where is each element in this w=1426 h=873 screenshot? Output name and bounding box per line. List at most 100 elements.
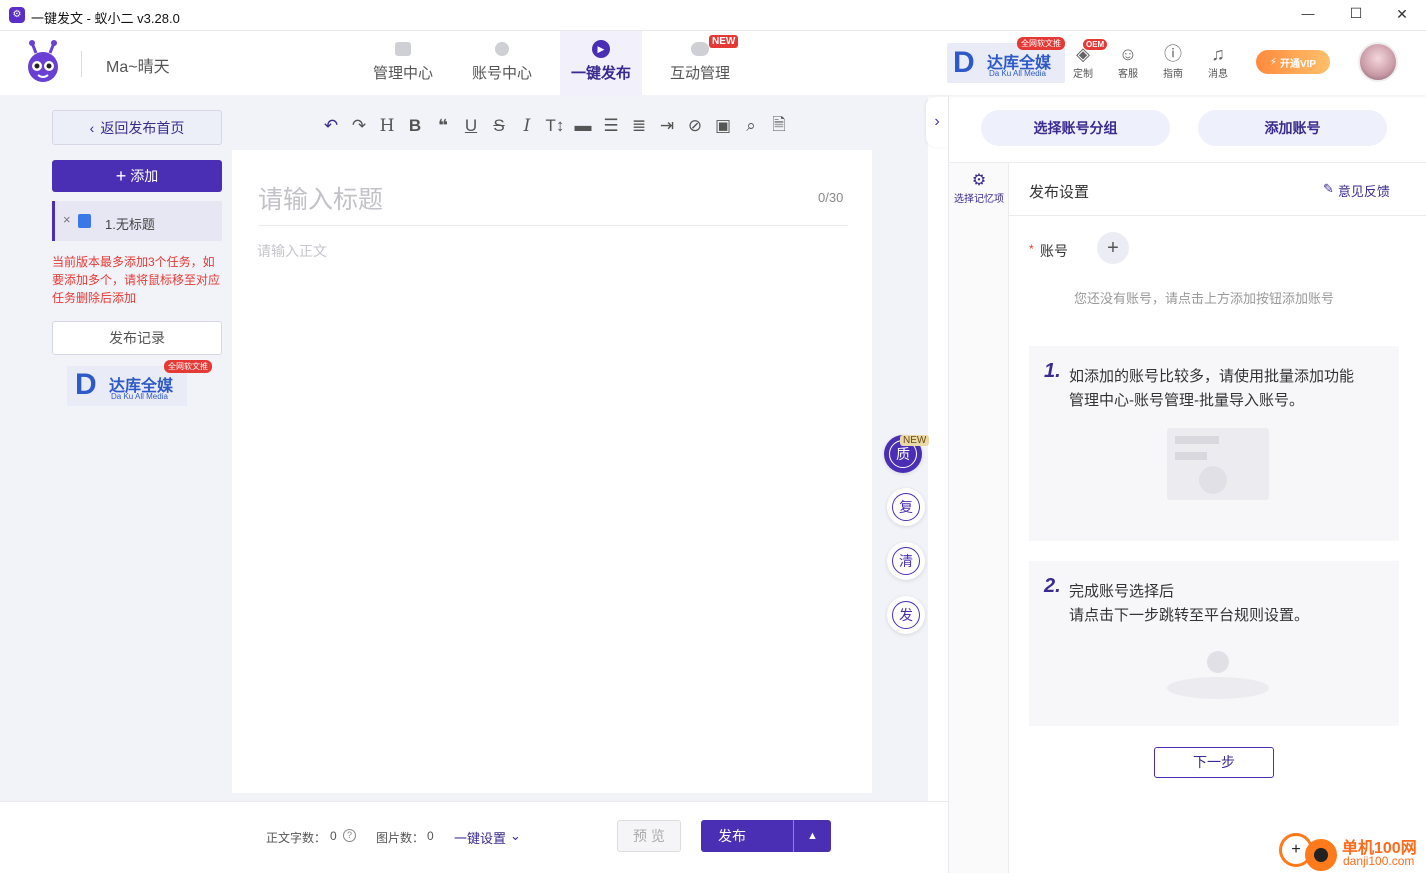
- settings-divider: [1009, 215, 1426, 216]
- plus-icon: +: [115, 165, 127, 186]
- tab-account-center[interactable]: 账号中心: [460, 31, 544, 95]
- preview-button[interactable]: 预 览: [617, 820, 681, 852]
- indent-icon[interactable]: ⇥: [654, 113, 680, 139]
- collapse-panel-button[interactable]: ›: [926, 97, 948, 147]
- task-title: 1.无标题: [105, 217, 155, 232]
- document-export-icon[interactable]: 🗎: [766, 113, 792, 139]
- bold-icon[interactable]: B: [402, 113, 428, 139]
- account-label: 账号: [1040, 243, 1068, 259]
- body-input[interactable]: 请输入正文: [257, 241, 327, 261]
- add-account-button[interactable]: 添加账号: [1198, 110, 1387, 146]
- tip-1-number: 1.: [1044, 360, 1061, 382]
- avatar[interactable]: [1358, 42, 1398, 82]
- publish-history-button[interactable]: 发布记录: [52, 321, 222, 355]
- help-icon: ⓘ: [1164, 44, 1182, 64]
- heading-icon[interactable]: H: [374, 113, 400, 139]
- send-button[interactable]: 发: [887, 596, 925, 634]
- required-mark: *: [1029, 242, 1034, 256]
- right-header-divider: [949, 162, 1426, 163]
- dk-banner-left[interactable]: D 达库全媒 Da Ku All Media 全网软文推: [67, 360, 212, 406]
- select-group-button[interactable]: 选择账号分组: [981, 110, 1170, 146]
- watermark-logo-icon-2: [1305, 839, 1337, 871]
- tip-2-number: 2.: [1044, 575, 1061, 597]
- new-badge: NEW: [709, 35, 739, 48]
- empty-account-message: 您还没有账号，请点击上方添加按钮添加账号: [1074, 291, 1335, 306]
- minimize-button[interactable]: —: [1298, 6, 1318, 21]
- back-button[interactable]: ‹ 返回发布首页: [52, 110, 222, 145]
- redo-icon[interactable]: ↷: [346, 113, 372, 139]
- publish-icon: ▶: [592, 40, 610, 58]
- tip-2-line-1: 完成账号选择后: [1069, 583, 1175, 600]
- clear-button[interactable]: 清: [887, 542, 925, 580]
- undo-icon[interactable]: ↶: [318, 113, 344, 139]
- image-icon[interactable]: ▣: [710, 113, 736, 139]
- side-new-badge: NEW: [900, 435, 930, 446]
- watermark-url: danji100.com: [1343, 854, 1415, 868]
- window-title: 一键发文 - 蚁小二 v3.28.0: [31, 11, 180, 26]
- add-account-plus-button[interactable]: +: [1097, 232, 1129, 264]
- italic-icon[interactable]: I: [514, 113, 540, 139]
- task-item[interactable]: × 1.无标题: [52, 201, 222, 241]
- publish-dropdown-icon[interactable]: ▲: [793, 820, 831, 852]
- chevron-left-icon: ‹: [89, 119, 95, 136]
- search-icon[interactable]: ⌕: [738, 113, 764, 139]
- editor-paper: [232, 150, 872, 793]
- task-close-icon[interactable]: ×: [63, 212, 71, 227]
- publish-button[interactable]: 发布 ▲: [701, 820, 831, 852]
- word-count-label: 正文字数：: [266, 831, 327, 845]
- one-click-settings[interactable]: 一键设置 ⌄: [454, 828, 521, 847]
- image-count-label: 图片数：: [376, 831, 425, 845]
- chevron-down-icon: ⌄: [510, 828, 521, 843]
- vip-button[interactable]: ⚡ 开通VIP: [1256, 50, 1330, 74]
- image-count-value: 0: [427, 829, 434, 843]
- editor-toolbar: ↶ ↷ H B ❝ U S I T↕ ▬ ☰ ≣ ⇥ ⊘ ▣ ⌕ 🗎: [318, 113, 792, 139]
- align-icon[interactable]: ≣: [626, 113, 652, 139]
- close-button[interactable]: ✕: [1390, 6, 1414, 23]
- add-task-button[interactable]: + 添加: [52, 160, 222, 192]
- title-input[interactable]: 请输入标题: [258, 180, 383, 216]
- memory-button[interactable]: ⚙ 选择记忆项: [949, 170, 1009, 205]
- maximize-button[interactable]: ☐: [1344, 5, 1368, 22]
- settings-title: 发布设置: [1029, 184, 1090, 201]
- feedback-link[interactable]: ✎ 意见反馈: [1323, 181, 1390, 200]
- tip-card-2: 2. 完成账号选择后 请点击下一步跳转至平台规则设置。: [1029, 561, 1399, 726]
- clear-format-icon[interactable]: ⊘: [682, 113, 708, 139]
- customer-service-button[interactable]: ☺ 客服: [1108, 43, 1148, 80]
- dk-logo-icon: D: [953, 46, 975, 79]
- app-icon: ⚙: [9, 7, 25, 23]
- message-button[interactable]: ♫ 消息: [1198, 43, 1238, 80]
- header-divider: [81, 51, 82, 77]
- title-counter: 0/30: [818, 190, 844, 205]
- text-size-icon[interactable]: T↕: [542, 113, 568, 139]
- document-icon: [78, 214, 91, 228]
- tip-card-1: 1. 如添加的账号比较多，请使用批量添加功能 管理中心-账号管理-批量导入账号。: [1029, 346, 1399, 541]
- memory-sidebar: [949, 163, 1009, 873]
- tip-2-illustration: [1167, 651, 1269, 703]
- tab-management-center[interactable]: 管理中心: [361, 31, 445, 95]
- tip-1-line-1: 如添加的账号比较多，请使用批量添加功能: [1069, 368, 1355, 385]
- dk-banner-left-tag: 全网软文推: [164, 360, 212, 373]
- help-circle-icon: ?: [343, 829, 356, 842]
- dk-banner-left-sub: Da Ku All Media: [111, 392, 168, 401]
- dk-banner[interactable]: D 达库全媒 Da Ku All Media 全网软文推: [947, 37, 1065, 83]
- tab-one-click-publish[interactable]: ▶ 一键发布: [560, 31, 642, 95]
- ant-logo-icon: [28, 40, 58, 82]
- username: Ma~晴天: [106, 59, 170, 76]
- strikethrough-icon[interactable]: S: [486, 113, 512, 139]
- dk-banner-tag: 全网软文推: [1017, 37, 1065, 50]
- duplicate-check-button[interactable]: 复: [887, 488, 925, 526]
- title-divider: [258, 225, 848, 226]
- next-step-button[interactable]: 下一步: [1154, 747, 1274, 778]
- guide-button[interactable]: ⓘ 指南: [1153, 43, 1193, 80]
- quote-icon[interactable]: ❝: [430, 113, 456, 139]
- app-logo: [20, 39, 66, 87]
- edit-icon: ✎: [1323, 181, 1334, 196]
- tip-1-illustration: [1167, 428, 1269, 500]
- divider-icon[interactable]: ▬: [570, 113, 596, 139]
- settings-gear-icon: ⚙: [971, 172, 987, 189]
- window-title-bar: ⚙ 一键发文 - 蚁小二 v3.28.0 — ☐ ✕: [0, 0, 1426, 31]
- list-icon[interactable]: ☰: [598, 113, 624, 139]
- chat-icon: [691, 42, 709, 56]
- word-count-value: 0: [330, 829, 337, 843]
- underline-icon[interactable]: U: [458, 113, 484, 139]
